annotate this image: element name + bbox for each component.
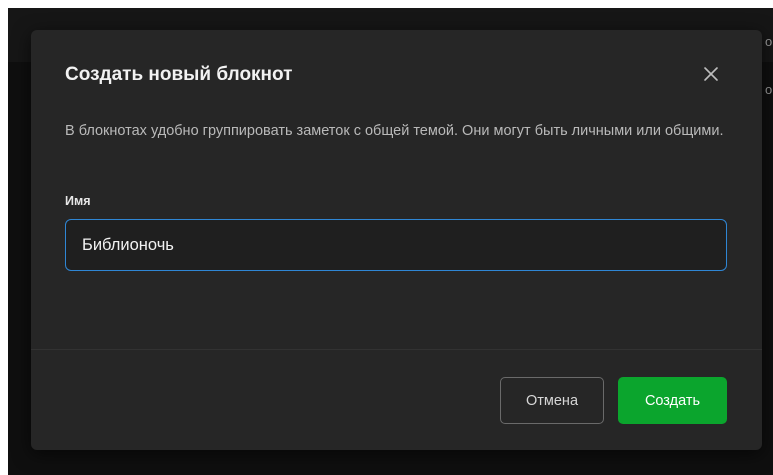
name-label: Имя (65, 194, 91, 208)
dialog-title: Создать новый блокнот (65, 64, 293, 85)
dialog-description: В блокнотах удобно группировать заметок … (65, 123, 724, 139)
create-notebook-dialog: Создать новый блокнот В блокнотах удобно… (31, 30, 762, 450)
close-button[interactable] (701, 64, 721, 84)
footer-divider (31, 349, 762, 350)
notebook-name-input[interactable] (65, 219, 727, 271)
create-button[interactable]: Создать (618, 377, 727, 424)
cancel-button[interactable]: Отмена (500, 377, 604, 424)
background-text-fragment: о (765, 82, 773, 97)
close-icon (704, 67, 718, 81)
background-text-fragment: о (765, 34, 773, 49)
